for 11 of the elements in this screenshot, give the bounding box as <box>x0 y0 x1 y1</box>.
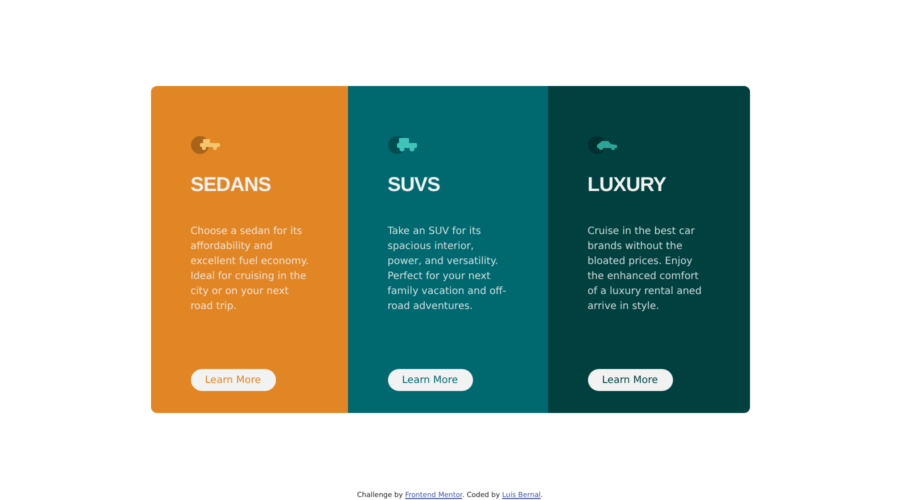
car-icon <box>190 136 220 156</box>
learn-more-button[interactable]: Learn More <box>588 369 672 391</box>
card-description: Cruise in the best car brands without the bloated prices. Enjoy the enhanced comfort of a luxury rental aned arrive in style. <box>588 225 703 314</box>
card-title: SEDANS <box>190 174 271 196</box>
car-icon <box>388 136 418 156</box>
card-description: Take an SUV for its spacious interior, power, and versatility. Perfect for your next family vacation and off-road adventures. <box>388 225 508 314</box>
learn-more-button[interactable]: Learn More <box>388 369 472 391</box>
car-icon <box>588 136 618 156</box>
card-title: SUVS <box>388 174 440 196</box>
card-title: LUXURY <box>588 174 666 196</box>
card-description: Choose a sedan for its affordability and excellent fuel economy. Ideal for cruising in the city or on your next road trip. <box>190 225 310 314</box>
